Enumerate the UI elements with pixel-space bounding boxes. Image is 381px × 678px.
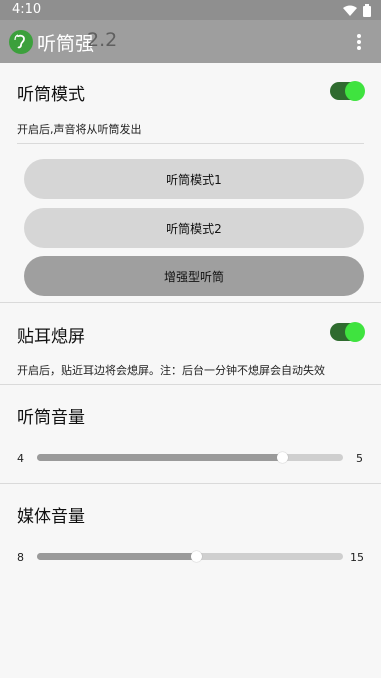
- receiver-mode-description: 开启后,声音将从听筒发出: [17, 123, 142, 136]
- switch-knob: [345, 81, 365, 101]
- proximity-description: 开启后，贴近耳边将会熄屏。注：后台一分钟不熄屏会自动失效: [17, 364, 325, 377]
- section-divider: [0, 302, 381, 303]
- app-logo-icon: [9, 30, 33, 54]
- battery-icon: [363, 4, 371, 17]
- receiver-mode-1-button[interactable]: 听筒模式1: [24, 159, 364, 199]
- receiver-volume-slider[interactable]: [37, 452, 343, 463]
- section-divider: [0, 483, 381, 484]
- divider: [17, 143, 364, 144]
- receiver-volume-min: 4: [17, 452, 24, 465]
- proximity-title: 贴耳熄屏: [17, 327, 85, 347]
- status-bar: 4:10: [0, 0, 381, 20]
- switch-knob: [345, 322, 365, 342]
- receiver-volume-title: 听筒音量: [17, 408, 85, 428]
- status-time: 4:10: [12, 2, 42, 17]
- enhanced-receiver-button[interactable]: 增强型听筒: [24, 256, 364, 296]
- app-bar: 听筒强 2.2: [0, 20, 381, 63]
- slider-thumb[interactable]: [191, 551, 203, 562]
- overflow-menu-icon[interactable]: [351, 32, 367, 52]
- media-volume-slider[interactable]: [37, 551, 343, 562]
- receiver-mode-switch[interactable]: [330, 81, 365, 101]
- section-divider: [0, 384, 381, 385]
- wifi-icon: [343, 5, 357, 16]
- slider-fill: [37, 454, 282, 461]
- media-volume-max: 15: [350, 551, 364, 564]
- app-title: 听筒强: [37, 33, 95, 55]
- receiver-volume-max: 5: [356, 452, 363, 465]
- slider-thumb[interactable]: [276, 452, 288, 463]
- media-volume-title: 媒体音量: [17, 507, 85, 527]
- receiver-mode-2-button[interactable]: 听筒模式2: [24, 208, 364, 248]
- slider-fill: [37, 553, 197, 560]
- status-icons: [343, 4, 371, 17]
- proximity-switch[interactable]: [330, 322, 365, 342]
- receiver-mode-title: 听筒模式: [17, 85, 85, 105]
- app-version: 2.2: [87, 29, 118, 51]
- media-volume-min: 8: [17, 551, 24, 564]
